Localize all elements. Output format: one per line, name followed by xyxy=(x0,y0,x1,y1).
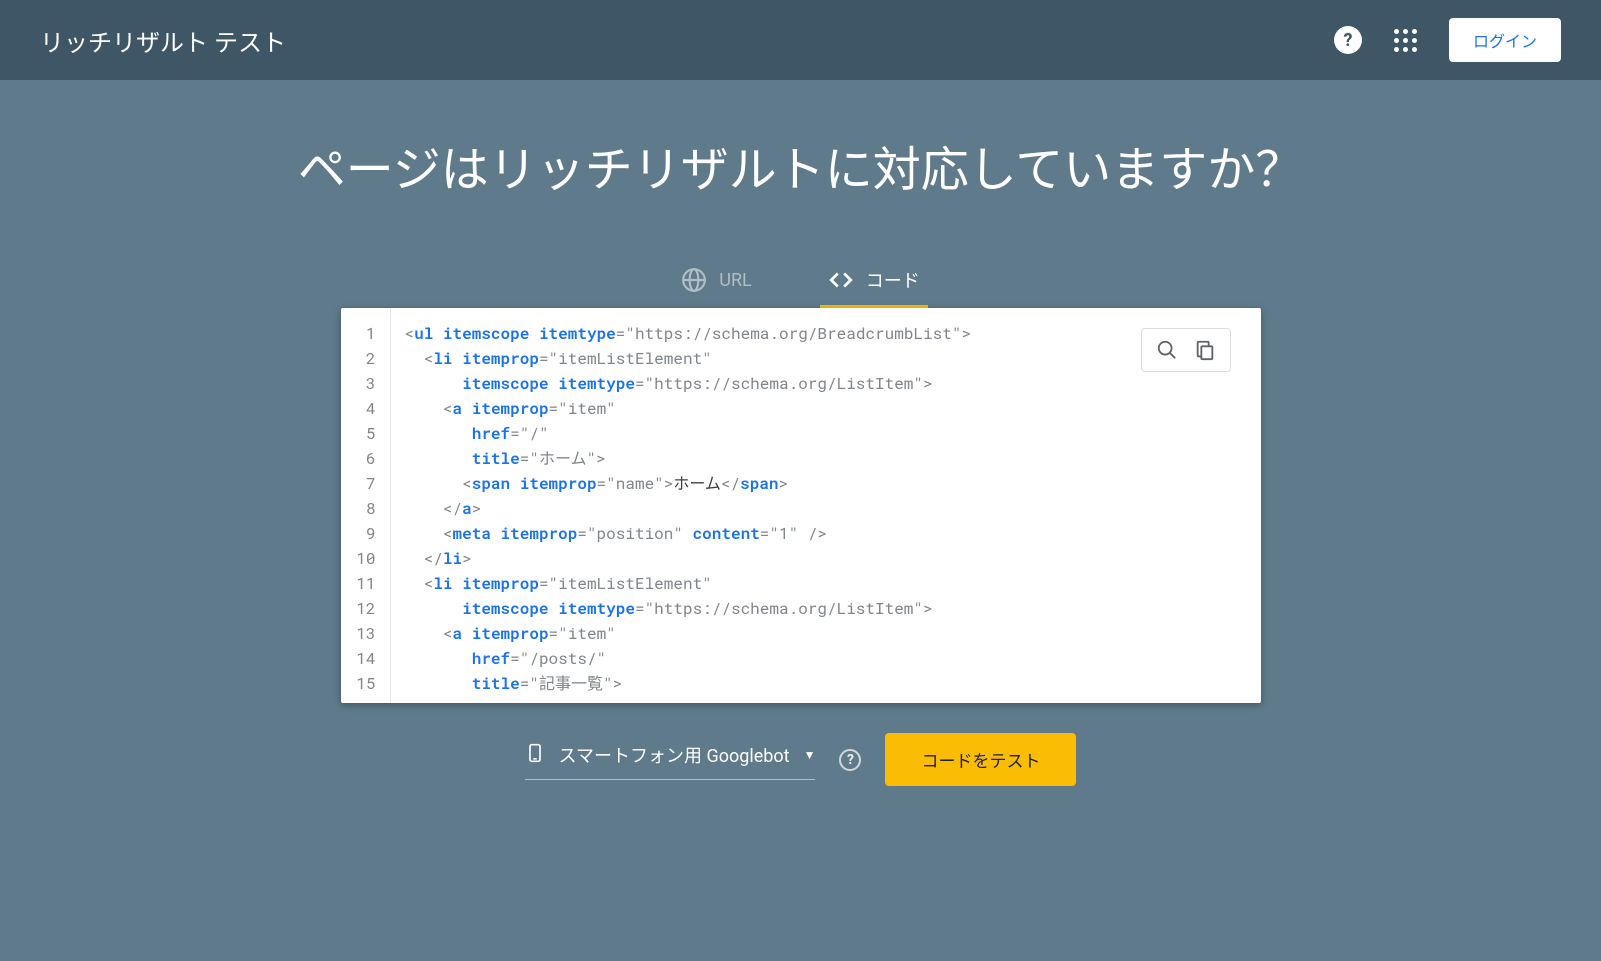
code-panel: 123456789101112131415 <ul itemscope item… xyxy=(341,308,1261,703)
header-actions: ? ログイン xyxy=(1334,18,1561,62)
smartphone-icon xyxy=(525,739,545,771)
test-code-button[interactable]: コードをテスト xyxy=(885,733,1076,786)
line-numbers-gutter: 123456789101112131415 xyxy=(341,308,391,703)
code-lines[interactable]: <ul itemscope itemtype="https://schema.o… xyxy=(391,308,1261,703)
tab-url-label: URL xyxy=(719,270,751,291)
bot-label: スマートフォン用 Googlebot xyxy=(559,742,790,768)
bot-selector[interactable]: スマートフォン用 Googlebot ▼ xyxy=(525,739,816,780)
app-title: リッチリザルト テスト xyxy=(40,23,286,58)
help-icon[interactable]: ? xyxy=(1334,26,1362,54)
tabs: URL コード xyxy=(673,255,927,308)
page-heading: ページはリッチリザルトに対応していますか？ xyxy=(298,130,1304,200)
code-editor[interactable]: 123456789101112131415 <ul itemscope item… xyxy=(341,308,1261,703)
login-button[interactable]: ログイン xyxy=(1449,18,1561,62)
tab-url[interactable]: URL xyxy=(673,255,759,308)
tab-code[interactable]: コード xyxy=(820,255,928,308)
search-icon[interactable] xyxy=(1156,339,1178,361)
main-content: ページはリッチリザルトに対応していますか？ URL コード xyxy=(0,80,1601,786)
chevron-down-icon: ▼ xyxy=(804,748,816,762)
globe-icon xyxy=(681,267,707,293)
tab-code-label: コード xyxy=(866,267,920,293)
apps-icon[interactable] xyxy=(1394,29,1417,52)
code-icon xyxy=(828,267,854,293)
code-toolbar xyxy=(1141,328,1231,372)
footer-controls: スマートフォン用 Googlebot ▼ ? コードをテスト xyxy=(525,733,1077,786)
copy-icon[interactable] xyxy=(1194,339,1216,361)
header-bar: リッチリザルト テスト ? ログイン xyxy=(0,0,1601,80)
info-icon[interactable]: ? xyxy=(839,749,861,771)
